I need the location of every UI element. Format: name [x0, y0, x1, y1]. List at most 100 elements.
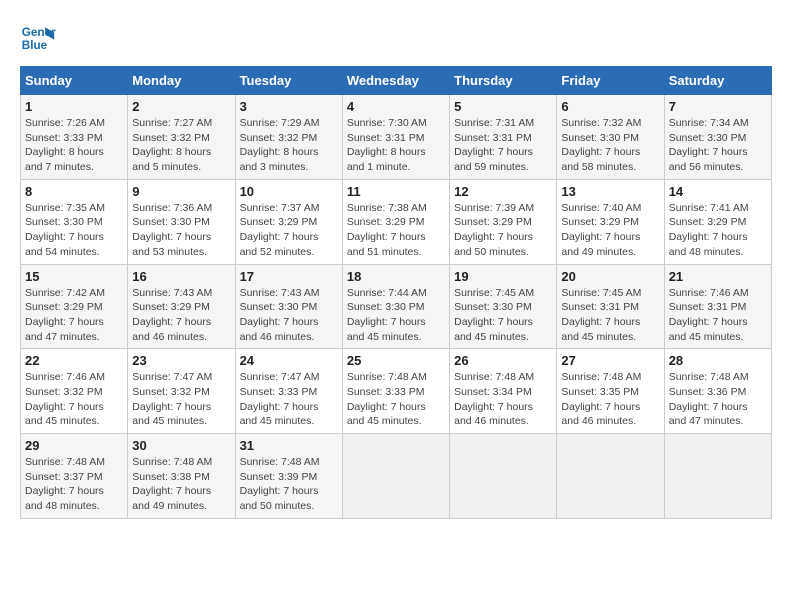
day-number: 3	[240, 99, 338, 114]
calendar-cell: 26 Sunrise: 7:48 AM Sunset: 3:34 PM Dayli…	[450, 349, 557, 434]
calendar-cell: 31 Sunrise: 7:48 AM Sunset: 3:39 PM Dayli…	[235, 434, 342, 519]
calendar-cell: 30 Sunrise: 7:48 AM Sunset: 3:38 PM Dayli…	[128, 434, 235, 519]
calendar-cell: 3 Sunrise: 7:29 AM Sunset: 3:32 PM Daylig…	[235, 95, 342, 180]
day-detail: Sunrise: 7:48 AM Sunset: 3:39 PM Dayligh…	[240, 455, 338, 514]
day-number: 31	[240, 438, 338, 453]
day-detail: Sunrise: 7:48 AM Sunset: 3:37 PM Dayligh…	[25, 455, 123, 514]
calendar-cell: 5 Sunrise: 7:31 AM Sunset: 3:31 PM Daylig…	[450, 95, 557, 180]
day-number: 4	[347, 99, 445, 114]
day-number: 14	[669, 184, 767, 199]
day-detail: Sunrise: 7:48 AM Sunset: 3:38 PM Dayligh…	[132, 455, 230, 514]
day-number: 18	[347, 269, 445, 284]
calendar-cell	[557, 434, 664, 519]
weekday-header-row: SundayMondayTuesdayWednesdayThursdayFrid…	[21, 67, 772, 95]
day-detail: Sunrise: 7:34 AM Sunset: 3:30 PM Dayligh…	[669, 116, 767, 175]
day-detail: Sunrise: 7:45 AM Sunset: 3:31 PM Dayligh…	[561, 286, 659, 345]
week-row-4: 22 Sunrise: 7:46 AM Sunset: 3:32 PM Dayli…	[21, 349, 772, 434]
calendar-cell: 16 Sunrise: 7:43 AM Sunset: 3:29 PM Dayli…	[128, 264, 235, 349]
calendar-cell: 13Sunrise: 7:40 AM Sunset: 3:29 PM Dayli…	[557, 179, 664, 264]
day-number: 19	[454, 269, 552, 284]
calendar-cell	[342, 434, 449, 519]
day-detail: Sunrise: 7:31 AM Sunset: 3:31 PM Dayligh…	[454, 116, 552, 175]
day-detail: Sunrise: 7:42 AM Sunset: 3:29 PM Dayligh…	[25, 286, 123, 345]
calendar-cell: 8 Sunrise: 7:35 AM Sunset: 3:30 PM Daylig…	[21, 179, 128, 264]
weekday-header-monday: Monday	[128, 67, 235, 95]
calendar-cell: 23Sunrise: 7:47 AM Sunset: 3:32 PM Dayli…	[128, 349, 235, 434]
day-detail: Sunrise: 7:29 AM Sunset: 3:32 PM Dayligh…	[240, 116, 338, 175]
day-number: 10	[240, 184, 338, 199]
day-detail: Sunrise: 7:47 AM Sunset: 3:33 PM Dayligh…	[240, 370, 338, 429]
day-detail: Sunrise: 7:48 AM Sunset: 3:36 PM Dayligh…	[669, 370, 767, 429]
calendar-cell: 29 Sunrise: 7:48 AM Sunset: 3:37 PM Dayli…	[21, 434, 128, 519]
day-number: 29	[25, 438, 123, 453]
day-detail: Sunrise: 7:26 AM Sunset: 3:33 PM Dayligh…	[25, 116, 123, 175]
day-number: 27	[561, 353, 659, 368]
day-number: 2	[132, 99, 230, 114]
weekday-header-friday: Friday	[557, 67, 664, 95]
day-detail: Sunrise: 7:46 AM Sunset: 3:31 PM Dayligh…	[669, 286, 767, 345]
day-detail: Sunrise: 7:39 AM Sunset: 3:29 PM Dayligh…	[454, 201, 552, 260]
calendar-cell: 24 Sunrise: 7:47 AM Sunset: 3:33 PM Dayli…	[235, 349, 342, 434]
day-detail: Sunrise: 7:48 AM Sunset: 3:34 PM Dayligh…	[454, 370, 552, 429]
logo-icon: General Blue	[20, 20, 56, 56]
page-header: General Blue	[20, 20, 772, 56]
day-detail: Sunrise: 7:44 AM Sunset: 3:30 PM Dayligh…	[347, 286, 445, 345]
day-detail: Sunrise: 7:45 AM Sunset: 3:30 PM Dayligh…	[454, 286, 552, 345]
day-detail: Sunrise: 7:41 AM Sunset: 3:29 PM Dayligh…	[669, 201, 767, 260]
day-detail: Sunrise: 7:43 AM Sunset: 3:30 PM Dayligh…	[240, 286, 338, 345]
day-number: 30	[132, 438, 230, 453]
day-number: 12	[454, 184, 552, 199]
day-detail: Sunrise: 7:43 AM Sunset: 3:29 PM Dayligh…	[132, 286, 230, 345]
week-row-5: 29 Sunrise: 7:48 AM Sunset: 3:37 PM Dayli…	[21, 434, 772, 519]
calendar-cell: 22 Sunrise: 7:46 AM Sunset: 3:32 PM Dayli…	[21, 349, 128, 434]
day-number: 16	[132, 269, 230, 284]
calendar-table: SundayMondayTuesdayWednesdayThursdayFrid…	[20, 66, 772, 519]
day-number: 6	[561, 99, 659, 114]
calendar-cell: 17 Sunrise: 7:43 AM Sunset: 3:30 PM Dayli…	[235, 264, 342, 349]
day-number: 11	[347, 184, 445, 199]
day-number: 8	[25, 184, 123, 199]
day-number: 22	[25, 353, 123, 368]
day-detail: Sunrise: 7:48 AM Sunset: 3:35 PM Dayligh…	[561, 370, 659, 429]
day-detail: Sunrise: 7:27 AM Sunset: 3:32 PM Dayligh…	[132, 116, 230, 175]
day-number: 17	[240, 269, 338, 284]
calendar-cell: 11 Sunrise: 7:38 AM Sunset: 3:29 PM Dayli…	[342, 179, 449, 264]
calendar-cell: 28 Sunrise: 7:48 AM Sunset: 3:36 PM Dayli…	[664, 349, 771, 434]
calendar-cell: 27 Sunrise: 7:48 AM Sunset: 3:35 PM Dayli…	[557, 349, 664, 434]
day-detail: Sunrise: 7:35 AM Sunset: 3:30 PM Dayligh…	[25, 201, 123, 260]
day-number: 25	[347, 353, 445, 368]
calendar-cell: 18 Sunrise: 7:44 AM Sunset: 3:30 PM Dayli…	[342, 264, 449, 349]
weekday-header-tuesday: Tuesday	[235, 67, 342, 95]
calendar-cell: 7 Sunrise: 7:34 AM Sunset: 3:30 PM Daylig…	[664, 95, 771, 180]
calendar-cell: 14 Sunrise: 7:41 AM Sunset: 3:29 PM Dayli…	[664, 179, 771, 264]
day-number: 23	[132, 353, 230, 368]
day-detail: Sunrise: 7:46 AM Sunset: 3:32 PM Dayligh…	[25, 370, 123, 429]
calendar-cell: 19 Sunrise: 7:45 AM Sunset: 3:30 PM Dayli…	[450, 264, 557, 349]
week-row-1: 1 Sunrise: 7:26 AM Sunset: 3:33 PM Daylig…	[21, 95, 772, 180]
day-number: 26	[454, 353, 552, 368]
day-detail: Sunrise: 7:36 AM Sunset: 3:30 PM Dayligh…	[132, 201, 230, 260]
day-detail: Sunrise: 7:38 AM Sunset: 3:29 PM Dayligh…	[347, 201, 445, 260]
week-row-2: 8 Sunrise: 7:35 AM Sunset: 3:30 PM Daylig…	[21, 179, 772, 264]
calendar-cell: 9 Sunrise: 7:36 AM Sunset: 3:30 PM Daylig…	[128, 179, 235, 264]
calendar-cell: 25Sunrise: 7:48 AM Sunset: 3:33 PM Dayli…	[342, 349, 449, 434]
svg-text:Blue: Blue	[22, 39, 48, 52]
day-number: 7	[669, 99, 767, 114]
day-number: 21	[669, 269, 767, 284]
calendar-cell	[664, 434, 771, 519]
day-number: 5	[454, 99, 552, 114]
calendar-cell: 21 Sunrise: 7:46 AM Sunset: 3:31 PM Dayli…	[664, 264, 771, 349]
day-number: 1	[25, 99, 123, 114]
day-number: 28	[669, 353, 767, 368]
calendar-cell: 15Sunrise: 7:42 AM Sunset: 3:29 PM Dayli…	[21, 264, 128, 349]
week-row-3: 15Sunrise: 7:42 AM Sunset: 3:29 PM Dayli…	[21, 264, 772, 349]
weekday-header-wednesday: Wednesday	[342, 67, 449, 95]
calendar-cell	[450, 434, 557, 519]
day-number: 9	[132, 184, 230, 199]
calendar-cell: 10Sunrise: 7:37 AM Sunset: 3:29 PM Dayli…	[235, 179, 342, 264]
calendar-cell: 12 Sunrise: 7:39 AM Sunset: 3:29 PM Dayli…	[450, 179, 557, 264]
calendar-cell: 1 Sunrise: 7:26 AM Sunset: 3:33 PM Daylig…	[21, 95, 128, 180]
day-number: 24	[240, 353, 338, 368]
day-detail: Sunrise: 7:30 AM Sunset: 3:31 PM Dayligh…	[347, 116, 445, 175]
weekday-header-sunday: Sunday	[21, 67, 128, 95]
